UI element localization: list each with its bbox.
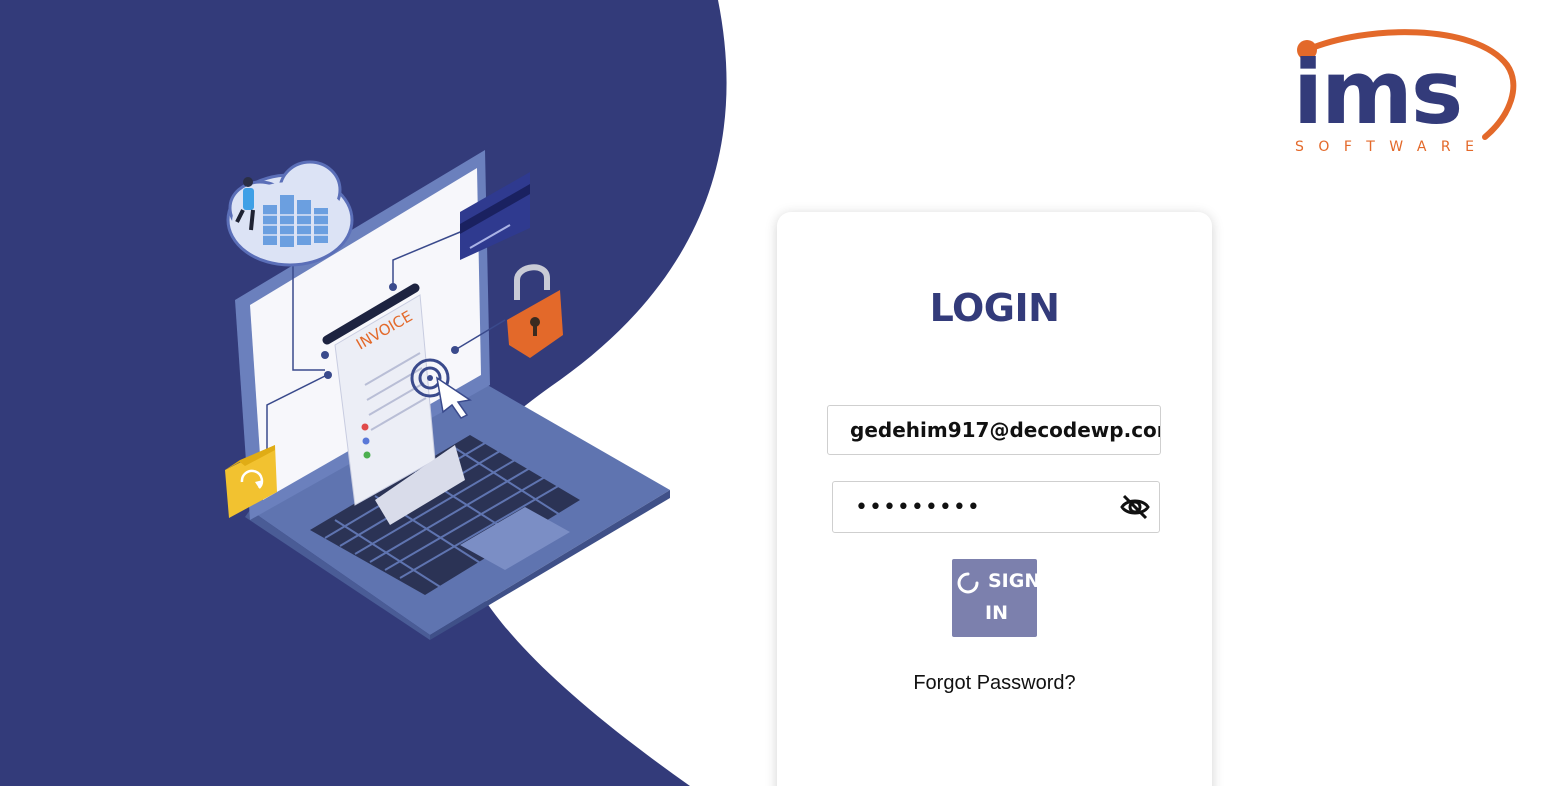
email-field[interactable] [827, 405, 1161, 455]
sign-in-label-line2: IN [985, 602, 1008, 624]
laptop-invoice-illustration: INVOICE [225, 150, 670, 640]
password-field-wrapper [832, 481, 1160, 533]
logo-wordmark: ims [1293, 41, 1463, 144]
login-title: LOGIN [929, 286, 1060, 330]
eye-slash-icon[interactable] [1119, 492, 1151, 522]
forgot-password-link[interactable]: Forgot Password? [777, 672, 1212, 695]
login-card: LOGIN SIGN IN Forgot Password? [777, 212, 1212, 786]
sign-in-label-line1: SIGN [988, 570, 1041, 592]
sign-in-button[interactable]: SIGN IN [952, 559, 1041, 637]
logo-subtitle: SOFTWARE [1295, 139, 1489, 155]
login-page: INVOICE ims SOFTWARE LOGIN gedehim917@de… [0, 0, 1554, 786]
ims-software-logo: ims SOFTWARE [1285, 25, 1525, 160]
spinner-icon [957, 572, 979, 594]
password-field[interactable] [833, 482, 1113, 532]
